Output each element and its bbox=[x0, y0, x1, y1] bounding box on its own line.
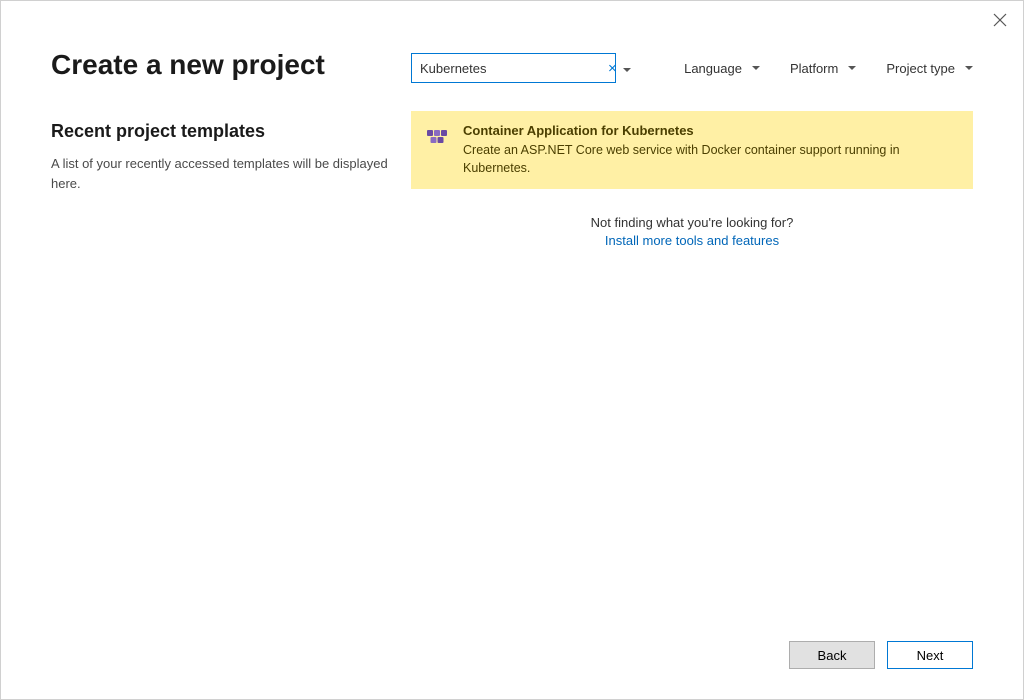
next-button[interactable]: Next bbox=[887, 641, 973, 669]
back-button[interactable]: Back bbox=[789, 641, 875, 669]
not-found-box: Not finding what you're looking for? Ins… bbox=[571, 209, 814, 256]
install-more-link[interactable]: Install more tools and features bbox=[605, 233, 779, 248]
kubernetes-container-icon bbox=[425, 124, 449, 148]
search-input[interactable] bbox=[412, 54, 604, 82]
platform-filter[interactable]: Platform bbox=[790, 61, 856, 76]
clear-search-icon[interactable]: × bbox=[604, 61, 621, 76]
search-box[interactable]: × bbox=[411, 53, 616, 83]
page-title: Create a new project bbox=[51, 49, 391, 81]
language-filter-label: Language bbox=[684, 61, 742, 76]
project-type-filter-label: Project type bbox=[886, 61, 955, 76]
not-found-text: Not finding what you're looking for? bbox=[591, 215, 794, 230]
controls-row: × Language Platform Project type bbox=[411, 53, 973, 83]
close-button[interactable] bbox=[993, 13, 1007, 27]
template-result-title: Container Application for Kubernetes bbox=[463, 123, 959, 138]
search-dropdown-icon[interactable] bbox=[621, 59, 637, 77]
language-filter[interactable]: Language bbox=[684, 61, 760, 76]
platform-filter-label: Platform bbox=[790, 61, 838, 76]
project-type-filter[interactable]: Project type bbox=[886, 61, 973, 76]
left-panel: Create a new project Recent project temp… bbox=[51, 41, 411, 619]
recent-templates-heading: Recent project templates bbox=[51, 121, 391, 142]
recent-templates-description: A list of your recently accessed templat… bbox=[51, 154, 391, 193]
caret-down-icon bbox=[752, 66, 760, 70]
caret-down-icon bbox=[848, 66, 856, 70]
template-result-item[interactable]: Container Application for Kubernetes Cre… bbox=[411, 111, 973, 189]
right-panel: × Language Platform Project type bbox=[411, 41, 973, 619]
template-result-description: Create an ASP.NET Core web service with … bbox=[463, 142, 959, 177]
footer-buttons: Back Next bbox=[789, 641, 973, 669]
caret-down-icon bbox=[965, 66, 973, 70]
